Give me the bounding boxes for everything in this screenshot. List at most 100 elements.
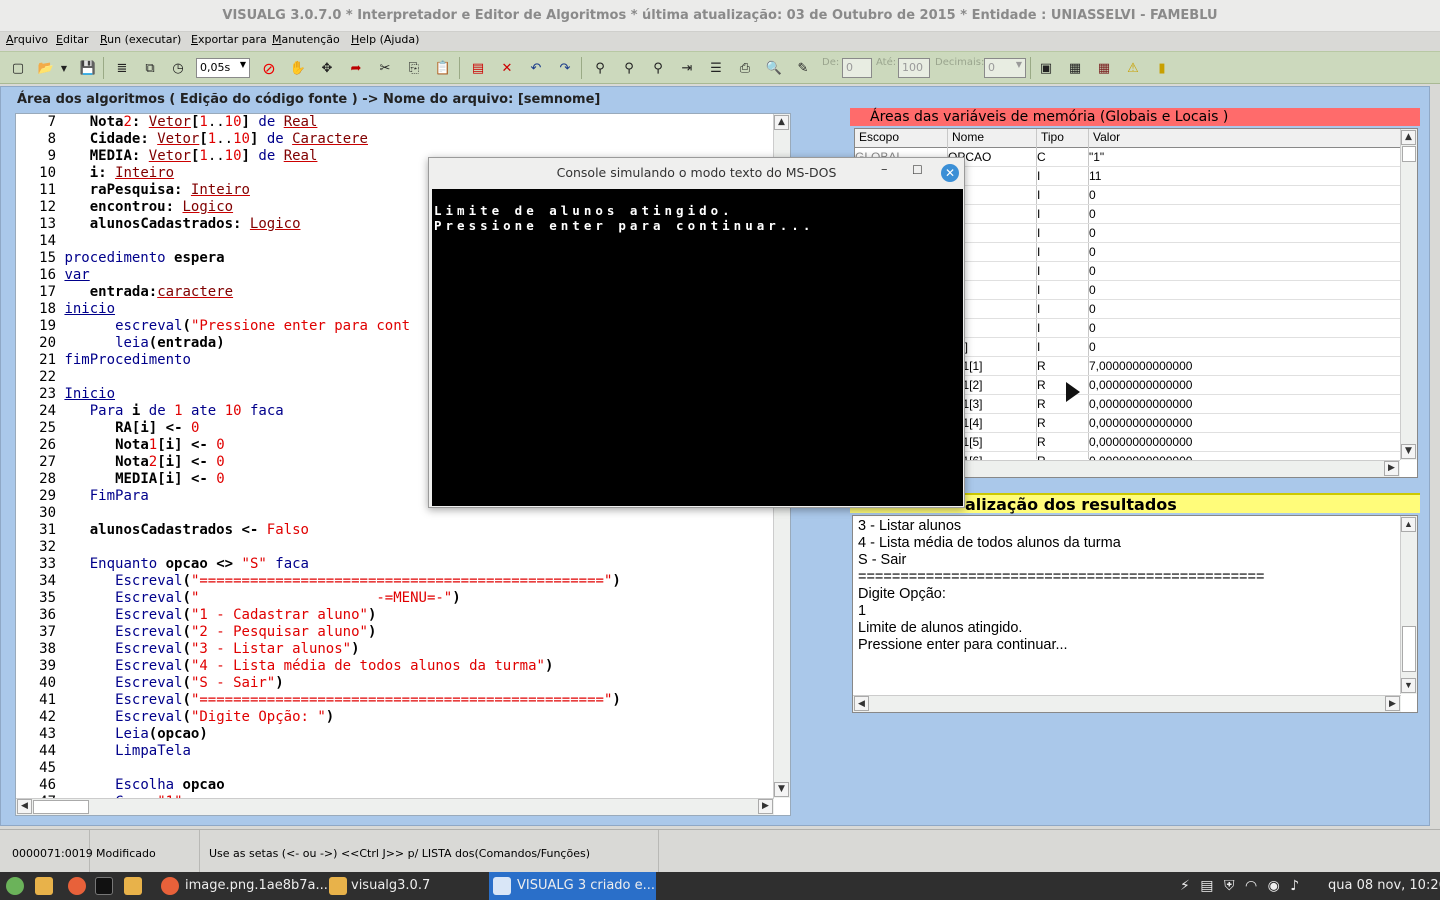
scroll-left-icon[interactable]: ◀: [17, 799, 32, 814]
code-line[interactable]: 39 Escreval("4 - Lista média de todos al…: [16, 658, 774, 675]
hand-pause-icon[interactable]: ✋: [288, 58, 308, 78]
code-line[interactable]: 36 Escreval("1 - Cadastrar aluno"): [16, 607, 774, 624]
code-line[interactable]: 46 Escolha opcao: [16, 777, 774, 794]
terminal-icon[interactable]: [95, 877, 113, 895]
code-line[interactable]: 43 Leia(opcao): [16, 726, 774, 743]
results-output[interactable]: 3 - Listar alunos 4 - Lista média de todo…: [852, 515, 1418, 713]
replace-icon[interactable]: ⚲: [648, 58, 668, 78]
scroll-down-icon[interactable]: ▼: [774, 782, 789, 797]
find-icon[interactable]: ⚲: [590, 58, 610, 78]
scroll-thumb[interactable]: [1402, 146, 1416, 162]
menu-editar[interactable]: Editar: [56, 33, 89, 46]
format-icon[interactable]: ☰: [706, 58, 726, 78]
step-into-icon[interactable]: ➦: [346, 58, 366, 78]
code-line[interactable]: 33 Enquanto opcao <> "S" faca: [16, 556, 774, 573]
indent-icon[interactable]: ⇥: [677, 58, 697, 78]
scroll-right-icon[interactable]: ▶: [1385, 696, 1400, 711]
code-line[interactable]: 44 LimpaTela: [16, 743, 774, 760]
volume-icon[interactable]: ♪: [1290, 878, 1299, 894]
scroll-thumb[interactable]: [33, 800, 89, 814]
console-screen[interactable]: Limite de alunos atingido. Pressione ent…: [432, 189, 963, 506]
speed-select[interactable]: 0,05s ▼: [196, 58, 250, 78]
open-folder-icon[interactable]: 📂: [36, 58, 56, 78]
find-next-icon[interactable]: ⚲: [619, 58, 639, 78]
task-image[interactable]: image.png.1ae8b7a...: [155, 872, 328, 900]
timer-icon[interactable]: ◷: [168, 58, 188, 78]
menu-logo-icon[interactable]: [6, 877, 24, 895]
run-timed-icon[interactable]: ⧉: [140, 58, 160, 78]
scroll-up-icon[interactable]: ▲: [1401, 517, 1416, 532]
open-dropdown-chevron-icon[interactable]: ▼: [58, 58, 70, 78]
network-icon[interactable]: ⚡: [1180, 878, 1190, 894]
menu-arquivo[interactable]: Arquivo: [6, 33, 48, 46]
results-horizontal-scrollbar[interactable]: ◀ ▶: [853, 695, 1401, 712]
task-visualg[interactable]: VISUALG 3 criado e...: [489, 872, 656, 900]
code-line[interactable]: 40 Escreval("S - Sair"): [16, 675, 774, 692]
scroll-thumb[interactable]: [1402, 626, 1416, 672]
folder-icon[interactable]: [124, 877, 142, 895]
scroll-down-icon[interactable]: ▼: [1401, 444, 1416, 459]
minimize-icon[interactable]: –: [881, 162, 888, 177]
menu-help[interactable]: Help (Ajuda): [351, 33, 419, 46]
code-line[interactable]: 41 Escreval("===========================…: [16, 692, 774, 709]
close-icon[interactable]: ✕: [941, 164, 959, 182]
scroll-up-icon[interactable]: ▲: [1401, 130, 1416, 145]
scroll-left-icon[interactable]: ◀: [854, 696, 869, 711]
print-icon[interactable]: ⎙: [735, 58, 755, 78]
menu-manutencao[interactable]: Manutenção: [272, 33, 340, 46]
wifi-icon[interactable]: ◠: [1245, 878, 1257, 894]
scroll-down-icon[interactable]: ▼: [1401, 678, 1416, 693]
redo-icon[interactable]: ↷: [555, 58, 575, 78]
variables-vertical-scrollbar[interactable]: ▲ ▼: [1400, 129, 1417, 460]
de-input[interactable]: 0: [842, 58, 872, 78]
copy-icon[interactable]: ⎘: [404, 58, 424, 78]
menu-exportar[interactable]: Exportar para: [191, 33, 267, 46]
code-line[interactable]: 35 Escreval(" -=MENU=-"): [16, 590, 774, 607]
ascii-table-icon[interactable]: ▦: [1094, 58, 1114, 78]
insert-block-icon[interactable]: ▤: [468, 58, 488, 78]
editor-horizontal-scrollbar[interactable]: ◀ ▶: [16, 798, 774, 815]
code-line[interactable]: 38 Escreval("3 - Listar alunos"): [16, 641, 774, 658]
shield-icon[interactable]: ⛨: [1224, 878, 1235, 894]
save-icon[interactable]: 💾: [78, 58, 98, 78]
magic-wand-icon[interactable]: ✎: [793, 58, 813, 78]
cut-icon[interactable]: ✂: [375, 58, 395, 78]
code-line[interactable]: 37 Escreval("2 - Pesquisar aluno"): [16, 624, 774, 641]
scroll-right-icon[interactable]: ▶: [758, 799, 773, 814]
dos-window-icon[interactable]: ▣: [1036, 58, 1056, 78]
clock[interactable]: qua 08 nov, 10:26: [1328, 872, 1440, 900]
new-file-icon[interactable]: ▢: [8, 58, 28, 78]
code-line[interactable]: 8 Cidade: Vetor[1..10] de Caractere: [16, 131, 774, 148]
console-window[interactable]: Console simulando o modo texto do MS-DOS…: [428, 157, 965, 508]
stop-icon[interactable]: ⊘: [259, 58, 279, 78]
maximize-icon[interactable]: ☐: [912, 163, 923, 177]
run-step-icon[interactable]: ≣: [112, 58, 132, 78]
paste-icon[interactable]: 📋: [433, 58, 453, 78]
about-icon[interactable]: ▮: [1152, 58, 1172, 78]
undo-icon[interactable]: ↶: [526, 58, 546, 78]
firefox-icon[interactable]: [68, 877, 86, 895]
help-bulb-icon[interactable]: ⚠: [1123, 58, 1143, 78]
code-line[interactable]: 34 Escreval("===========================…: [16, 573, 774, 590]
code-line[interactable]: 31 alunosCadastrados <- Falso: [16, 522, 774, 539]
code-line[interactable]: 45: [16, 760, 774, 777]
task-folder[interactable]: visualg3.0.7: [323, 872, 488, 900]
location-icon[interactable]: ◉: [1268, 878, 1280, 894]
code-line[interactable]: 32: [16, 539, 774, 556]
breakpoint-icon[interactable]: ✥: [317, 58, 337, 78]
tray-icons[interactable]: ⚡ ▤ ⛨ ◠ ◉ ♪: [1180, 872, 1299, 900]
results-vertical-scrollbar[interactable]: ▲ ▼: [1400, 516, 1417, 694]
files-icon[interactable]: [35, 877, 53, 895]
code-line[interactable]: 7 Nota2: Vetor[1..10] de Real: [16, 114, 774, 131]
menu-run[interactable]: Run (executar): [100, 33, 181, 46]
calculator-icon[interactable]: ▦: [1065, 58, 1085, 78]
preview-icon[interactable]: 🔍: [764, 58, 784, 78]
scroll-right-icon[interactable]: ▶: [1384, 461, 1399, 476]
code-line[interactable]: 42 Escreval("Digite Opção: "): [16, 709, 774, 726]
variables-header: Áreas das variáveis de memória (Globais …: [850, 108, 1420, 126]
ate-input[interactable]: 100: [898, 58, 930, 78]
scroll-up-icon[interactable]: ▲: [774, 115, 789, 130]
clipboard-icon[interactable]: ▤: [1200, 878, 1213, 894]
decimais-select[interactable]: 0 ▼: [984, 58, 1026, 78]
delete-block-icon[interactable]: ✕: [497, 58, 517, 78]
